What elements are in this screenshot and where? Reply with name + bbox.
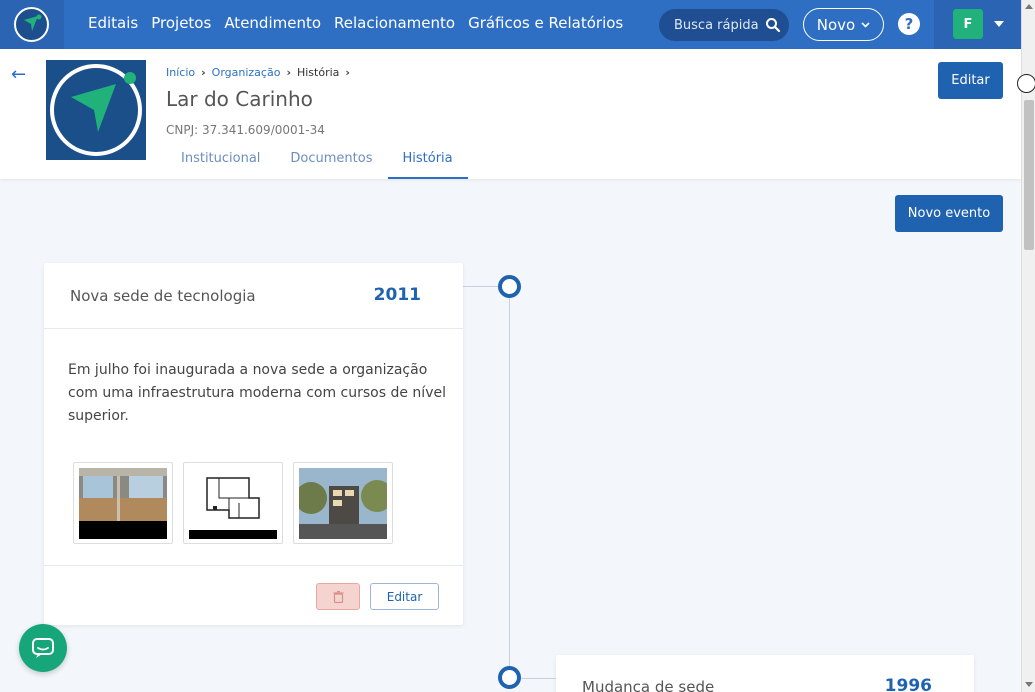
trash-icon [333,590,343,603]
app-logo-icon[interactable] [14,7,49,42]
breadcrumb-separator-icon: › [286,66,291,79]
event-card: Mudança de sede 1996 [556,655,974,692]
chat-icon [32,638,54,658]
tab-historia[interactable]: História [387,144,468,179]
tab-institucional[interactable]: Institucional [166,144,275,179]
timeline-node [498,666,521,689]
page-title: Lar do Carinho [166,87,313,111]
event-photo-thumbnail[interactable] [293,462,393,544]
chat-widget-button[interactable] [19,624,67,672]
edit-org-button[interactable]: Editar [938,62,1003,99]
event-year: 2011 [373,285,421,305]
new-menu-button[interactable]: Novo [803,8,884,41]
event-gallery [73,462,393,544]
org-header: ← Início › Organização › História › Lar … [0,49,1021,179]
edit-event-button[interactable]: Editar [370,583,439,610]
breadcrumb-organizacao[interactable]: Organização [212,66,281,79]
breadcrumb-separator-icon: › [201,66,206,79]
org-tabs: Institucional Documentos História [166,144,468,179]
nav-link-atendimento[interactable]: Atendimento [224,14,321,32]
event-year: 1996 [884,676,932,692]
event-title: Nova sede de tecnologia [70,287,256,305]
app-logo-area[interactable] [0,0,64,49]
breadcrumb-separator-icon: › [345,66,350,79]
back-arrow-icon[interactable]: ← [11,64,26,85]
cursor-icon [1017,74,1035,93]
scrollbar-thumb[interactable] [1024,100,1034,250]
event-photo-thumbnail[interactable] [183,462,283,544]
scroll-up-icon[interactable] [1025,4,1033,9]
breadcrumb: Início › Organização › História › [166,66,350,79]
search-icon[interactable] [765,17,781,33]
event-description: Em julho foi inaugurada a nova sede a or… [68,362,446,424]
event-title: Mudança de sede [582,678,715,692]
scroll-down-icon[interactable] [1025,682,1033,687]
timeline-node [498,275,521,298]
timeline-connector [521,678,556,679]
new-event-button[interactable]: Novo evento [895,195,1003,232]
nav-link-graficos[interactable]: Gráficos e Relatórios [468,14,623,32]
breadcrumb-historia: História [296,66,340,79]
new-menu-label: Novo [816,15,856,34]
help-icon[interactable]: ? [898,13,920,35]
org-cnpj: CNPJ: 37.341.609/0001-34 [166,123,325,137]
quick-search [659,9,789,41]
user-menu[interactable]: F [934,0,1021,49]
timeline-line [509,286,510,686]
avatar[interactable]: F [953,9,983,39]
nav-link-projetos[interactable]: Projetos [151,14,211,32]
org-logo [46,60,146,160]
breadcrumb-inicio[interactable]: Início [166,66,195,79]
event-card: Nova sede de tecnologia 2011 Em julho fo… [44,263,463,625]
delete-event-button[interactable] [316,583,360,610]
event-card-header: Nova sede de tecnologia 2011 [44,263,463,329]
scrollbar[interactable] [1021,0,1035,692]
nav-link-relacionamento[interactable]: Relacionamento [334,14,455,32]
chevron-down-icon [861,21,870,28]
event-photo-thumbnail[interactable] [73,462,173,544]
caret-down-icon[interactable] [994,21,1004,27]
nav-link-editais[interactable]: Editais [88,14,138,32]
event-card-footer: Editar [44,565,463,625]
main-nav: Editais Projetos Atendimento Relacioname… [88,14,623,32]
quick-search-input[interactable] [674,17,764,33]
tab-documentos[interactable]: Documentos [275,144,387,179]
top-navbar: Editais Projetos Atendimento Relacioname… [0,0,1021,49]
